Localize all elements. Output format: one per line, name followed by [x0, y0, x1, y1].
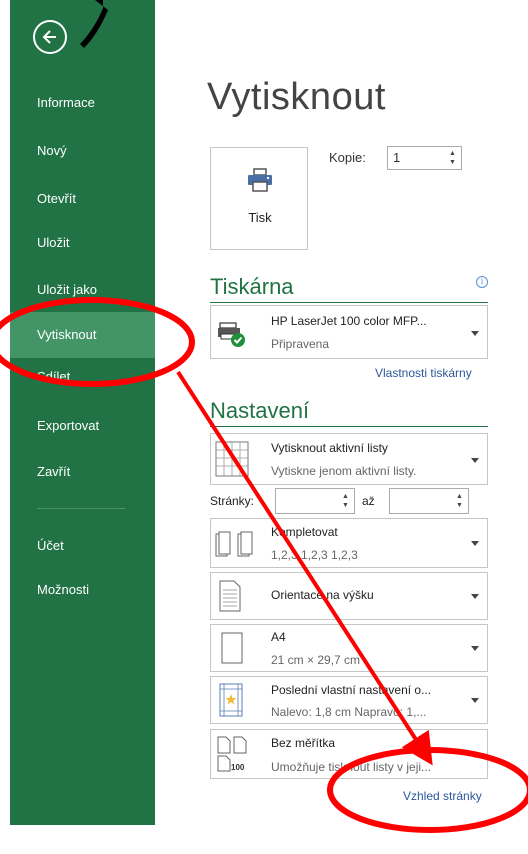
bottom-margin-strip	[0, 825, 155, 854]
info-icon[interactable]: i	[476, 276, 488, 288]
sidebar-item-vytisknout[interactable]: Vytisknout	[10, 312, 155, 358]
spin-up-icon[interactable]: ▲	[342, 493, 349, 500]
printer-status: Připravena	[271, 337, 330, 351]
sidebar-item-novy[interactable]: Nový	[10, 128, 155, 174]
page-title: Vytisknout	[207, 76, 386, 118]
page-setup-link[interactable]: Vzhled stránky	[403, 789, 482, 803]
printer-properties-link[interactable]: Vlastnosti tiskárny	[375, 366, 472, 380]
chevron-down-icon	[471, 698, 479, 703]
printer-icon	[248, 168, 272, 192]
pages-to-spinner[interactable]: ▲ ▼	[452, 489, 468, 513]
arrow-left-icon	[42, 30, 56, 44]
scaling-dropdown[interactable]: 100 Bez měřítka Umožňuje tisknout listy …	[210, 729, 488, 779]
sidebar-item-exportovat[interactable]: Exportovat	[10, 403, 155, 449]
collate-dropdown[interactable]: Kompletovat 1,2,3 1,2,3 1,2,3	[210, 518, 488, 568]
print-what-label: Vytisknout aktivní listy	[271, 441, 388, 455]
collate-label: Kompletovat	[271, 525, 338, 539]
printer-status-icon	[218, 322, 245, 347]
sidebar-item-informace[interactable]: Informace	[10, 80, 155, 126]
collate-desc: 1,2,3 1,2,3 1,2,3	[271, 548, 358, 562]
print-what-dropdown[interactable]: Vytisknout aktivní listy Vytiskne jenom …	[210, 433, 488, 485]
sidebar-item-otevrit[interactable]: Otevřít	[10, 176, 155, 222]
sidebar-item-moznosti[interactable]: Možnosti	[10, 567, 155, 613]
printer-section-title: Tiskárna	[210, 274, 294, 299]
chevron-down-icon	[471, 541, 479, 546]
sidebar-item-sdilet[interactable]: Sdílet	[10, 354, 155, 400]
pages-to-label: až	[362, 494, 375, 508]
sheet-grid-icon	[215, 441, 249, 477]
svg-text:100: 100	[231, 763, 245, 772]
scaling-icon: 100	[217, 736, 247, 772]
printer-name: HP LaserJet 100 color MFP...	[271, 314, 427, 328]
pages-from-input[interactable]: ▲ ▼	[275, 488, 355, 514]
sidebar-item-ucet[interactable]: Účet	[10, 523, 155, 569]
copies-spinner[interactable]: ▲ ▼	[445, 147, 461, 169]
settings-section-rule	[210, 426, 488, 427]
sidebar-item-ulozit[interactable]: Uložit	[10, 220, 155, 266]
scaling-label: Bez měřítka	[271, 736, 336, 750]
copies-label: Kopie:	[329, 150, 366, 165]
paper-size-label: A4	[271, 630, 286, 644]
copies-value: 1	[393, 150, 401, 165]
pages-label: Stránky:	[210, 494, 255, 508]
chevron-down-icon	[471, 594, 479, 599]
paper-size-dropdown[interactable]: A4 21 cm × 29,7 cm	[210, 624, 488, 672]
settings-section-title: Nastavení	[210, 398, 310, 423]
spin-down-icon[interactable]: ▼	[456, 502, 463, 509]
left-margin-strip	[0, 0, 10, 854]
chevron-down-icon	[471, 646, 479, 651]
printer-section-rule	[210, 302, 488, 303]
printer-dropdown[interactable]: HP LaserJet 100 color MFP... Připravena	[210, 305, 488, 359]
page-size-icon	[221, 632, 243, 664]
chevron-down-icon	[471, 458, 479, 463]
orientation-dropdown[interactable]: Orientace na výšku	[210, 572, 488, 620]
copies-input[interactable]: 1 ▲ ▼	[387, 146, 462, 170]
collate-icon	[215, 531, 253, 557]
print-button[interactable]: Tisk	[210, 147, 308, 250]
sidebar-item-zavrit[interactable]: Zavřít	[10, 449, 155, 495]
sidebar-divider	[37, 508, 125, 509]
pages-to-input[interactable]: ▲ ▼	[389, 488, 469, 514]
spin-down-icon[interactable]: ▼	[342, 502, 349, 509]
margins-desc: Nalevo: 1,8 cm Napravo: 1,...	[271, 705, 427, 719]
sidebar-item-ulozit-jako[interactable]: Uložit jako	[10, 267, 155, 313]
margins-icon	[219, 683, 243, 717]
print-what-desc: Vytiskne jenom aktivní listy.	[271, 464, 417, 478]
scaling-desc: Umožňuje tisknout listy v jeji...	[271, 760, 432, 774]
spin-down-icon[interactable]: ▼	[449, 159, 456, 166]
chevron-down-icon	[471, 753, 479, 758]
back-button[interactable]	[33, 20, 67, 54]
spin-up-icon[interactable]: ▲	[449, 150, 456, 157]
portrait-page-icon	[219, 580, 241, 612]
chevron-down-icon	[471, 331, 479, 336]
margins-label: Poslední vlastní nastavení o...	[271, 683, 432, 697]
print-button-label: Tisk	[248, 210, 272, 225]
pages-from-spinner[interactable]: ▲ ▼	[338, 489, 354, 513]
spin-up-icon[interactable]: ▲	[456, 493, 463, 500]
paper-size-desc: 21 cm × 29,7 cm	[271, 653, 361, 667]
orientation-label: Orientace na výšku	[271, 588, 374, 602]
margins-dropdown[interactable]: Poslední vlastní nastavení o... Nalevo: …	[210, 676, 488, 724]
